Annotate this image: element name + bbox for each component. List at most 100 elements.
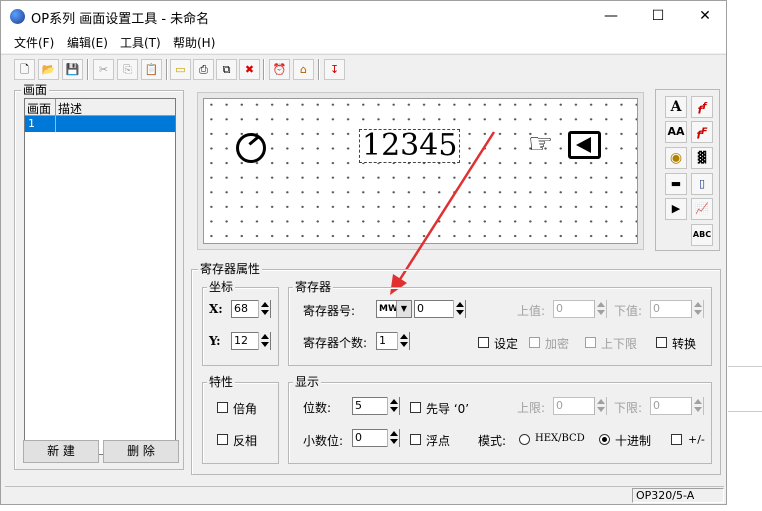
screens-group-label: 画面 (21, 83, 50, 97)
app-icon (10, 9, 25, 24)
digits-label: 位数: (303, 401, 332, 415)
register-count-spinner[interactable] (397, 332, 409, 350)
save-icon[interactable]: 💾 (62, 59, 83, 80)
register-group (288, 287, 712, 366)
lower-value-spinner[interactable] (691, 300, 703, 318)
register-count-label: 寄存器个数: (303, 336, 368, 350)
menu-help[interactable]: 帮助(H) (173, 34, 215, 51)
new-icon[interactable]: 🗋 (14, 59, 35, 80)
register-number-value: 0 (417, 302, 424, 315)
column-header-screen[interactable]: 画面 (27, 100, 55, 117)
copy-screen-icon[interactable]: ⧉ (216, 59, 237, 80)
upper-limit-spinner[interactable] (594, 397, 606, 415)
feature-group (202, 382, 279, 464)
y-spinner[interactable] (258, 332, 270, 350)
screens-table[interactable]: 画面 描述 1 (24, 98, 176, 455)
upper-limit-label: 上限: (517, 401, 546, 415)
y-label: Y: (209, 334, 221, 348)
play-button-icon[interactable]: ▶ (665, 198, 687, 220)
upper-limit-value: 0 (556, 399, 563, 412)
pointing-hand-icon[interactable]: ☞ (528, 129, 553, 159)
register-props-title: 寄存器属性 (198, 262, 263, 276)
level-icon[interactable]: ▯ (691, 173, 713, 195)
table-header: 画面 描述 (25, 99, 175, 116)
font-f-icon[interactable]: ff (691, 96, 713, 118)
text-AA-icon[interactable]: AA (665, 121, 687, 143)
close-button[interactable]: ✕ (682, 1, 728, 32)
double-size-checkbox[interactable] (217, 402, 228, 413)
bar-display-icon[interactable]: ▬ (665, 173, 687, 195)
coords-label: 坐标 (207, 280, 236, 294)
new-screen-button[interactable]: 新 建 (23, 440, 99, 463)
printer-icon[interactable]: ⎙ (193, 59, 214, 80)
register-count-value: 1 (379, 334, 386, 347)
app-window: OP系列 画面设置工具 - 未命名 — ☐ ✕ 文件(F) 编辑(E) 工具(T… (0, 0, 727, 505)
title-bar: OP系列 画面设置工具 - 未命名 — ☐ ✕ (1, 1, 726, 32)
lower-limit-value: 0 (653, 399, 660, 412)
convert-checkbox[interactable] (656, 337, 667, 348)
menu-edit[interactable]: 编辑(E) (67, 34, 108, 51)
minimize-button[interactable]: — (588, 1, 634, 32)
menu-tools[interactable]: 工具(T) (120, 34, 161, 51)
delete-icon[interactable]: ✖ (239, 59, 260, 80)
feature-label: 特性 (207, 375, 236, 389)
setting-label: 设定 (494, 337, 519, 351)
table-row[interactable]: 1 (25, 116, 175, 132)
target-icon[interactable]: ◉ (665, 147, 687, 169)
chevron-down-icon[interactable]: ▼ (396, 301, 411, 317)
back-button-icon[interactable] (568, 131, 601, 159)
open-icon[interactable]: 📂 (38, 59, 59, 80)
delete-screen-button[interactable]: 删 除 (103, 440, 179, 463)
limits-checkbox[interactable] (585, 337, 596, 348)
knob-icon[interactable] (236, 133, 266, 163)
decimals-spinner[interactable] (387, 429, 399, 447)
mode-hex-radio[interactable] (519, 434, 530, 445)
toolbar: 🗋 📂 💾 ✂ ⎘ 📋 ▭ ⎙ ⧉ ✖ ⏰ ⌂ ↧ (1, 54, 726, 83)
decimals-label: 小数位: (303, 434, 344, 448)
encrypt-checkbox[interactable] (529, 337, 540, 348)
column-divider (55, 99, 56, 116)
cut-icon[interactable]: ✂ (93, 59, 114, 80)
upper-value: 0 (556, 302, 563, 315)
toolbar-separator (263, 59, 265, 80)
home-icon[interactable]: ⌂ (293, 59, 314, 80)
column-header-desc[interactable]: 描述 (58, 100, 82, 117)
font-f-red-icon[interactable]: fF (691, 121, 713, 143)
digits-spinner[interactable] (387, 397, 399, 415)
trend-chart-icon[interactable]: 📈 (691, 198, 713, 220)
paste-icon[interactable]: 📋 (141, 59, 162, 80)
maximize-button[interactable]: ☐ (635, 1, 681, 32)
x-spinner[interactable] (258, 300, 270, 318)
register-number-spinner[interactable] (453, 300, 465, 318)
mode-decimal-radio[interactable] (599, 434, 610, 445)
menu-bar: 文件(F) 编辑(E) 工具(T) 帮助(H) (1, 32, 726, 53)
mode-decimal-label: 十进制 (615, 434, 652, 448)
text-A-icon[interactable]: A (665, 96, 687, 118)
invert-checkbox[interactable] (217, 434, 228, 445)
lower-limit-spinner[interactable] (691, 397, 703, 415)
copy-icon[interactable]: ⎘ (117, 59, 138, 80)
float-checkbox[interactable] (410, 434, 421, 445)
setting-checkbox[interactable] (478, 337, 489, 348)
download-icon[interactable]: ↧ (324, 59, 345, 80)
menu-file[interactable]: 文件(F) (14, 34, 54, 51)
float-label: 浮点 (426, 434, 451, 448)
abc-label-icon[interactable]: ABC (691, 224, 713, 246)
upper-value-label: 上值: (517, 304, 546, 318)
lower-limit-label: 下限: (614, 401, 643, 415)
status-model: OP320/5-A (632, 488, 724, 503)
mode-label: 模式: (478, 434, 507, 448)
invert-label: 反相 (233, 434, 258, 448)
alarm-clock-icon[interactable]: ⏰ (269, 59, 290, 80)
sign-checkbox[interactable] (671, 434, 682, 445)
upper-value-spinner[interactable] (594, 300, 606, 318)
leading-zero-checkbox[interactable] (410, 402, 421, 413)
mode-hex-label: HEX/BCD (535, 433, 585, 444)
grid-pattern-icon[interactable]: ▓ (691, 147, 713, 169)
double-size-label: 倍角 (233, 402, 258, 416)
lower-value: 0 (653, 302, 660, 315)
toolbar-separator (166, 59, 168, 80)
register-number-label: 寄存器号: (303, 304, 356, 318)
screen-icon[interactable]: ▭ (170, 59, 191, 80)
sign-label: +/- (688, 433, 705, 446)
